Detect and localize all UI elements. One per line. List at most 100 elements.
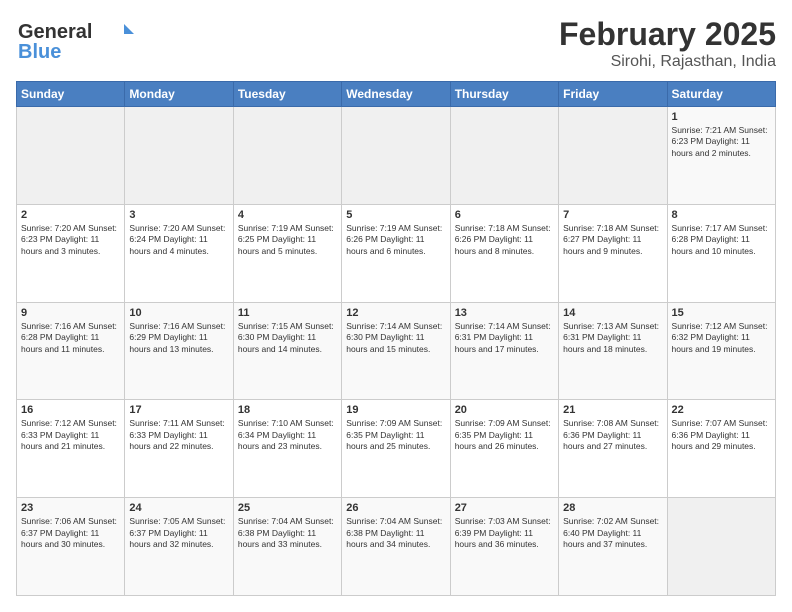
day-info: Sunrise: 7:04 AM Sunset: 6:38 PM Dayligh…: [346, 516, 445, 550]
day-cell: 12Sunrise: 7:14 AM Sunset: 6:30 PM Dayli…: [342, 302, 450, 400]
day-cell: 21 Sunrise: 7:08 AM Sunset: 6:36 PM Dayli…: [559, 400, 667, 498]
day-number: 9: [21, 307, 120, 319]
location-subtitle: Sirohi, Rajasthan, India: [559, 53, 776, 71]
day-cell: [17, 107, 125, 205]
svg-text:General: General: [18, 21, 92, 43]
day-number: 6: [455, 209, 554, 221]
day-cell: 1 Sunrise: 7:21 AM Sunset: 6:23 PM Daylig…: [667, 107, 775, 205]
day-info: Sunrise: 7:07 AM Sunset: 6:36 PM Dayligh…: [672, 418, 771, 452]
day-number: 11: [238, 307, 337, 319]
svg-text:Blue: Blue: [18, 41, 61, 63]
day-cell: 6Sunrise: 7:18 AM Sunset: 6:26 PM Daylig…: [450, 204, 558, 302]
day-cell: 28Sunrise: 7:02 AM Sunset: 6:40 PM Dayli…: [559, 498, 667, 596]
day-number: 7: [563, 209, 662, 221]
day-cell: 23 Sunrise: 7:06 AM Sunset: 6:37 PM Dayli…: [17, 498, 125, 596]
day-info: Sunrise: 7:21 AM Sunset: 6:23 PM Dayligh…: [672, 125, 771, 159]
day-cell: 8 Sunrise: 7:17 AM Sunset: 6:28 PM Daylig…: [667, 204, 775, 302]
day-info: Sunrise: 7:04 AM Sunset: 6:38 PM Dayligh…: [238, 516, 337, 550]
day-cell: 13 Sunrise: 7:14 AM Sunset: 6:31 PM Dayli…: [450, 302, 558, 400]
day-info: Sunrise: 7:14 AM Sunset: 6:31 PM Dayligh…: [455, 321, 554, 355]
day-number: 19: [346, 404, 445, 416]
day-cell: 18Sunrise: 7:10 AM Sunset: 6:34 PM Dayli…: [233, 400, 341, 498]
calendar-table: SundayMondayTuesdayWednesdayThursdayFrid…: [16, 81, 776, 596]
day-cell: 4 Sunrise: 7:19 AM Sunset: 6:25 PM Daylig…: [233, 204, 341, 302]
day-cell: 24 Sunrise: 7:05 AM Sunset: 6:37 PM Dayli…: [125, 498, 233, 596]
day-cell: 14Sunrise: 7:13 AM Sunset: 6:31 PM Dayli…: [559, 302, 667, 400]
weekday-header-saturday: Saturday: [667, 82, 775, 107]
day-number: 5: [346, 209, 445, 221]
weekday-header-wednesday: Wednesday: [342, 82, 450, 107]
day-number: 21: [563, 404, 662, 416]
day-number: 18: [238, 404, 337, 416]
day-cell: 25 Sunrise: 7:04 AM Sunset: 6:38 PM Dayli…: [233, 498, 341, 596]
day-number: 20: [455, 404, 554, 416]
header: General Blue February 2025 Sirohi, Rajas…: [16, 16, 776, 71]
day-number: 23: [21, 502, 120, 514]
day-number: 14: [563, 307, 662, 319]
day-info: Sunrise: 7:17 AM Sunset: 6:28 PM Dayligh…: [672, 223, 771, 257]
day-number: 25: [238, 502, 337, 514]
weekday-header-thursday: Thursday: [450, 82, 558, 107]
day-cell: 11 Sunrise: 7:15 AM Sunset: 6:30 PM Dayli…: [233, 302, 341, 400]
logo-block: General Blue: [16, 16, 136, 71]
day-info: Sunrise: 7:09 AM Sunset: 6:35 PM Dayligh…: [346, 418, 445, 452]
day-info: Sunrise: 7:02 AM Sunset: 6:40 PM Dayligh…: [563, 516, 662, 550]
day-cell: 15 Sunrise: 7:12 AM Sunset: 6:32 PM Dayli…: [667, 302, 775, 400]
month-title: February 2025: [559, 16, 776, 53]
day-info: Sunrise: 7:18 AM Sunset: 6:27 PM Dayligh…: [563, 223, 662, 257]
day-cell: [233, 107, 341, 205]
weekday-header-tuesday: Tuesday: [233, 82, 341, 107]
day-info: Sunrise: 7:09 AM Sunset: 6:35 PM Dayligh…: [455, 418, 554, 452]
day-number: 17: [129, 404, 228, 416]
day-info: Sunrise: 7:15 AM Sunset: 6:30 PM Dayligh…: [238, 321, 337, 355]
weekday-header-row: SundayMondayTuesdayWednesdayThursdayFrid…: [17, 82, 776, 107]
day-number: 22: [672, 404, 771, 416]
day-number: 2: [21, 209, 120, 221]
day-number: 13: [455, 307, 554, 319]
day-info: Sunrise: 7:12 AM Sunset: 6:33 PM Dayligh…: [21, 418, 120, 452]
day-cell: 10 Sunrise: 7:16 AM Sunset: 6:29 PM Dayli…: [125, 302, 233, 400]
title-block: February 2025 Sirohi, Rajasthan, India: [559, 16, 776, 71]
day-number: 4: [238, 209, 337, 221]
day-cell: [667, 498, 775, 596]
page: General Blue February 2025 Sirohi, Rajas…: [0, 0, 792, 612]
day-number: 8: [672, 209, 771, 221]
day-info: Sunrise: 7:03 AM Sunset: 6:39 PM Dayligh…: [455, 516, 554, 550]
day-info: Sunrise: 7:08 AM Sunset: 6:36 PM Dayligh…: [563, 418, 662, 452]
logo: General Blue: [16, 16, 136, 71]
week-row-3: 9 Sunrise: 7:16 AM Sunset: 6:28 PM Daylig…: [17, 302, 776, 400]
week-row-2: 2 Sunrise: 7:20 AM Sunset: 6:23 PM Daylig…: [17, 204, 776, 302]
weekday-header-sunday: Sunday: [17, 82, 125, 107]
day-cell: [125, 107, 233, 205]
day-info: Sunrise: 7:05 AM Sunset: 6:37 PM Dayligh…: [129, 516, 228, 550]
day-cell: 22 Sunrise: 7:07 AM Sunset: 6:36 PM Dayli…: [667, 400, 775, 498]
day-number: 10: [129, 307, 228, 319]
day-info: Sunrise: 7:06 AM Sunset: 6:37 PM Dayligh…: [21, 516, 120, 550]
week-row-5: 23 Sunrise: 7:06 AM Sunset: 6:37 PM Dayli…: [17, 498, 776, 596]
day-info: Sunrise: 7:16 AM Sunset: 6:29 PM Dayligh…: [129, 321, 228, 355]
day-number: 3: [129, 209, 228, 221]
day-cell: [559, 107, 667, 205]
day-info: Sunrise: 7:16 AM Sunset: 6:28 PM Dayligh…: [21, 321, 120, 355]
day-number: 15: [672, 307, 771, 319]
day-cell: 17Sunrise: 7:11 AM Sunset: 6:33 PM Dayli…: [125, 400, 233, 498]
day-cell: 5 Sunrise: 7:19 AM Sunset: 6:26 PM Daylig…: [342, 204, 450, 302]
day-cell: 3Sunrise: 7:20 AM Sunset: 6:24 PM Daylig…: [125, 204, 233, 302]
day-number: 24: [129, 502, 228, 514]
day-info: Sunrise: 7:12 AM Sunset: 6:32 PM Dayligh…: [672, 321, 771, 355]
day-cell: 19 Sunrise: 7:09 AM Sunset: 6:35 PM Dayli…: [342, 400, 450, 498]
day-cell: [450, 107, 558, 205]
day-cell: 20 Sunrise: 7:09 AM Sunset: 6:35 PM Dayli…: [450, 400, 558, 498]
day-info: Sunrise: 7:19 AM Sunset: 6:26 PM Dayligh…: [346, 223, 445, 257]
week-row-4: 16Sunrise: 7:12 AM Sunset: 6:33 PM Dayli…: [17, 400, 776, 498]
day-info: Sunrise: 7:19 AM Sunset: 6:25 PM Dayligh…: [238, 223, 337, 257]
logo-svg: General Blue: [16, 16, 136, 66]
day-cell: 27Sunrise: 7:03 AM Sunset: 6:39 PM Dayli…: [450, 498, 558, 596]
weekday-header-monday: Monday: [125, 82, 233, 107]
weekday-header-friday: Friday: [559, 82, 667, 107]
day-number: 1: [672, 111, 771, 123]
day-cell: 9 Sunrise: 7:16 AM Sunset: 6:28 PM Daylig…: [17, 302, 125, 400]
day-info: Sunrise: 7:20 AM Sunset: 6:23 PM Dayligh…: [21, 223, 120, 257]
day-info: Sunrise: 7:14 AM Sunset: 6:30 PM Dayligh…: [346, 321, 445, 355]
day-cell: 16Sunrise: 7:12 AM Sunset: 6:33 PM Dayli…: [17, 400, 125, 498]
